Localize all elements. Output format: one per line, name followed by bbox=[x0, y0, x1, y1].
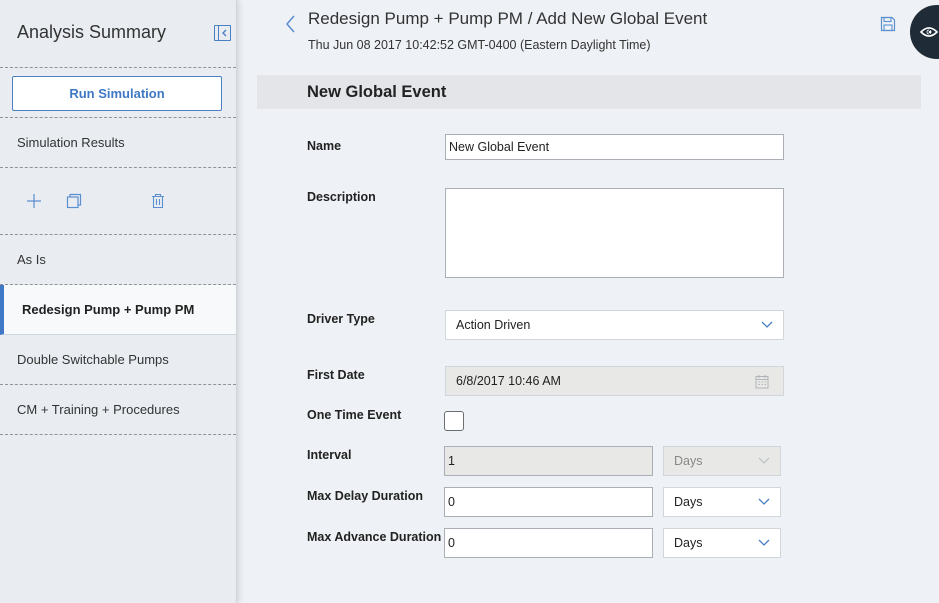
simulation-results-link[interactable]: Simulation Results bbox=[0, 118, 236, 168]
one-time-event-label: One Time Event bbox=[307, 408, 402, 422]
eye-icon[interactable] bbox=[910, 5, 939, 59]
scenario-label: CM + Training + Procedures bbox=[17, 402, 180, 417]
chevron-down-icon bbox=[761, 321, 773, 328]
driver-type-select[interactable]: Action Driven bbox=[445, 310, 784, 340]
max-advance-duration-label: Max Advance Duration bbox=[307, 530, 442, 544]
first-date-label: First Date bbox=[307, 368, 365, 382]
one-time-event-checkbox[interactable] bbox=[444, 411, 464, 431]
max-advance-duration-input[interactable]: 0 bbox=[444, 528, 653, 558]
first-date-input[interactable]: 6/8/2017 10:46 AM bbox=[445, 366, 784, 396]
driver-type-label: Driver Type bbox=[307, 312, 375, 326]
plus-icon[interactable] bbox=[25, 192, 43, 210]
scenario-label: Double Switchable Pumps bbox=[17, 352, 169, 367]
interval-label: Interval bbox=[307, 448, 352, 462]
name-label: Name bbox=[307, 139, 342, 153]
max-advance-unit-select[interactable]: Days bbox=[663, 528, 781, 558]
sidebar-title: Analysis Summary bbox=[17, 22, 167, 42]
run-simulation-button[interactable]: Run Simulation bbox=[12, 76, 222, 111]
description-label: Description bbox=[307, 190, 376, 204]
calendar-icon[interactable] bbox=[755, 374, 769, 389]
scenario-cm-training-procedures[interactable]: CM + Training + Procedures bbox=[0, 385, 236, 435]
driver-type-value: Action Driven bbox=[456, 318, 531, 332]
collapse-panel-icon[interactable] bbox=[214, 25, 231, 41]
name-input[interactable]: New Global Event bbox=[445, 134, 784, 160]
interval-unit-select[interactable]: Days bbox=[663, 446, 781, 476]
interval-unit-value: Days bbox=[674, 454, 703, 468]
section-title: New Global Event bbox=[307, 83, 447, 101]
max-delay-unit-select[interactable]: Days bbox=[663, 487, 781, 517]
interval-input[interactable]: 1 bbox=[444, 446, 653, 476]
scenario-redesign-pump[interactable]: Redesign Pump + Pump PM bbox=[0, 285, 236, 335]
max-delay-unit-value: Days bbox=[674, 495, 703, 509]
simulation-results-label: Simulation Results bbox=[17, 135, 125, 150]
chevron-down-icon bbox=[758, 457, 770, 464]
main-panel: Redesign Pump + Pump PM / Add New Global… bbox=[237, 0, 939, 603]
page-title: Redesign Pump + Pump PM / Add New Global… bbox=[308, 9, 708, 28]
max-delay-duration-label: Max Delay Duration bbox=[307, 489, 424, 503]
section-header: New Global Event bbox=[257, 75, 921, 109]
scenario-toolbar bbox=[0, 168, 236, 235]
run-simulation-section: Run Simulation bbox=[0, 68, 236, 118]
first-date-value: 6/8/2017 10:46 AM bbox=[456, 374, 561, 388]
trash-icon[interactable] bbox=[149, 192, 167, 210]
scenario-as-is[interactable]: As Is bbox=[0, 235, 236, 285]
scenario-double-switchable-pumps[interactable]: Double Switchable Pumps bbox=[0, 335, 236, 385]
max-advance-unit-value: Days bbox=[674, 536, 703, 550]
scenario-label: As Is bbox=[17, 252, 46, 267]
chevron-down-icon bbox=[758, 539, 770, 546]
sidebar-header: Analysis Summary bbox=[0, 0, 236, 68]
page-timestamp: Thu Jun 08 2017 10:42:52 GMT-0400 (Easte… bbox=[308, 38, 651, 52]
sidebar: Analysis Summary Run Simulation Simulati… bbox=[0, 0, 237, 603]
scenario-label: Redesign Pump + Pump PM bbox=[22, 302, 195, 317]
chevron-down-icon bbox=[758, 498, 770, 505]
save-icon[interactable] bbox=[880, 16, 896, 37]
description-textarea[interactable] bbox=[445, 188, 784, 278]
copy-icon[interactable] bbox=[65, 192, 83, 210]
back-chevron-icon[interactable] bbox=[285, 14, 297, 39]
max-delay-duration-input[interactable]: 0 bbox=[444, 487, 653, 517]
